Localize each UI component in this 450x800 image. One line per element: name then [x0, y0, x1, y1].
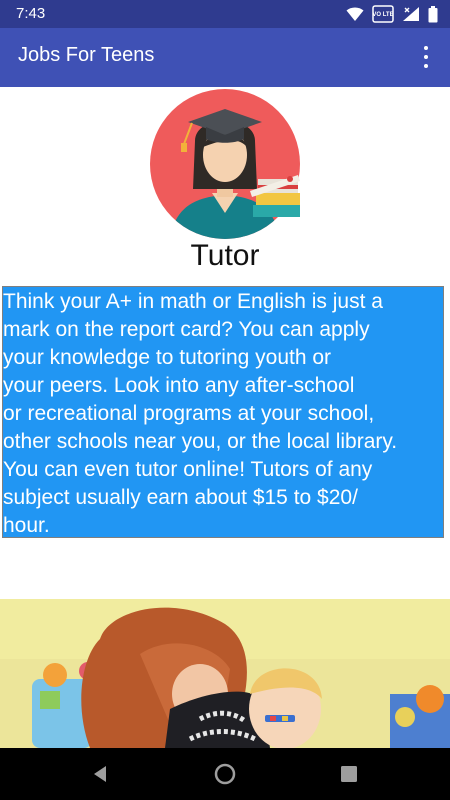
- home-icon[interactable]: [213, 762, 237, 786]
- navigation-bar: [0, 748, 450, 800]
- wifi-icon: [346, 7, 364, 21]
- status-icons: VO LTE: [346, 4, 438, 24]
- cell-signal-icon: [403, 7, 419, 21]
- back-icon[interactable]: [88, 762, 112, 786]
- job-detail-content[interactable]: Tutor Think your A+ in math or English i…: [0, 87, 450, 748]
- job-title: Tutor: [190, 239, 260, 272]
- tutoring-photo: [0, 599, 450, 748]
- overflow-menu-icon[interactable]: [416, 44, 436, 70]
- job-description-box: Think your A+ in math or English is just…: [2, 286, 444, 538]
- tutor-avatar-icon: [150, 89, 300, 239]
- battery-icon: [428, 5, 438, 22]
- app-title: Jobs For Teens: [18, 44, 155, 66]
- status-time: 7:43: [16, 5, 46, 22]
- volte-label: VO LTE: [372, 12, 393, 18]
- volte-icon: VO LTE: [372, 5, 394, 23]
- recents-icon[interactable]: [337, 762, 361, 786]
- app-bar: Jobs For Teens: [0, 28, 450, 87]
- job-description: Think your A+ in math or English is just…: [3, 290, 398, 537]
- status-bar: 7:43 VO LTE: [0, 0, 450, 28]
